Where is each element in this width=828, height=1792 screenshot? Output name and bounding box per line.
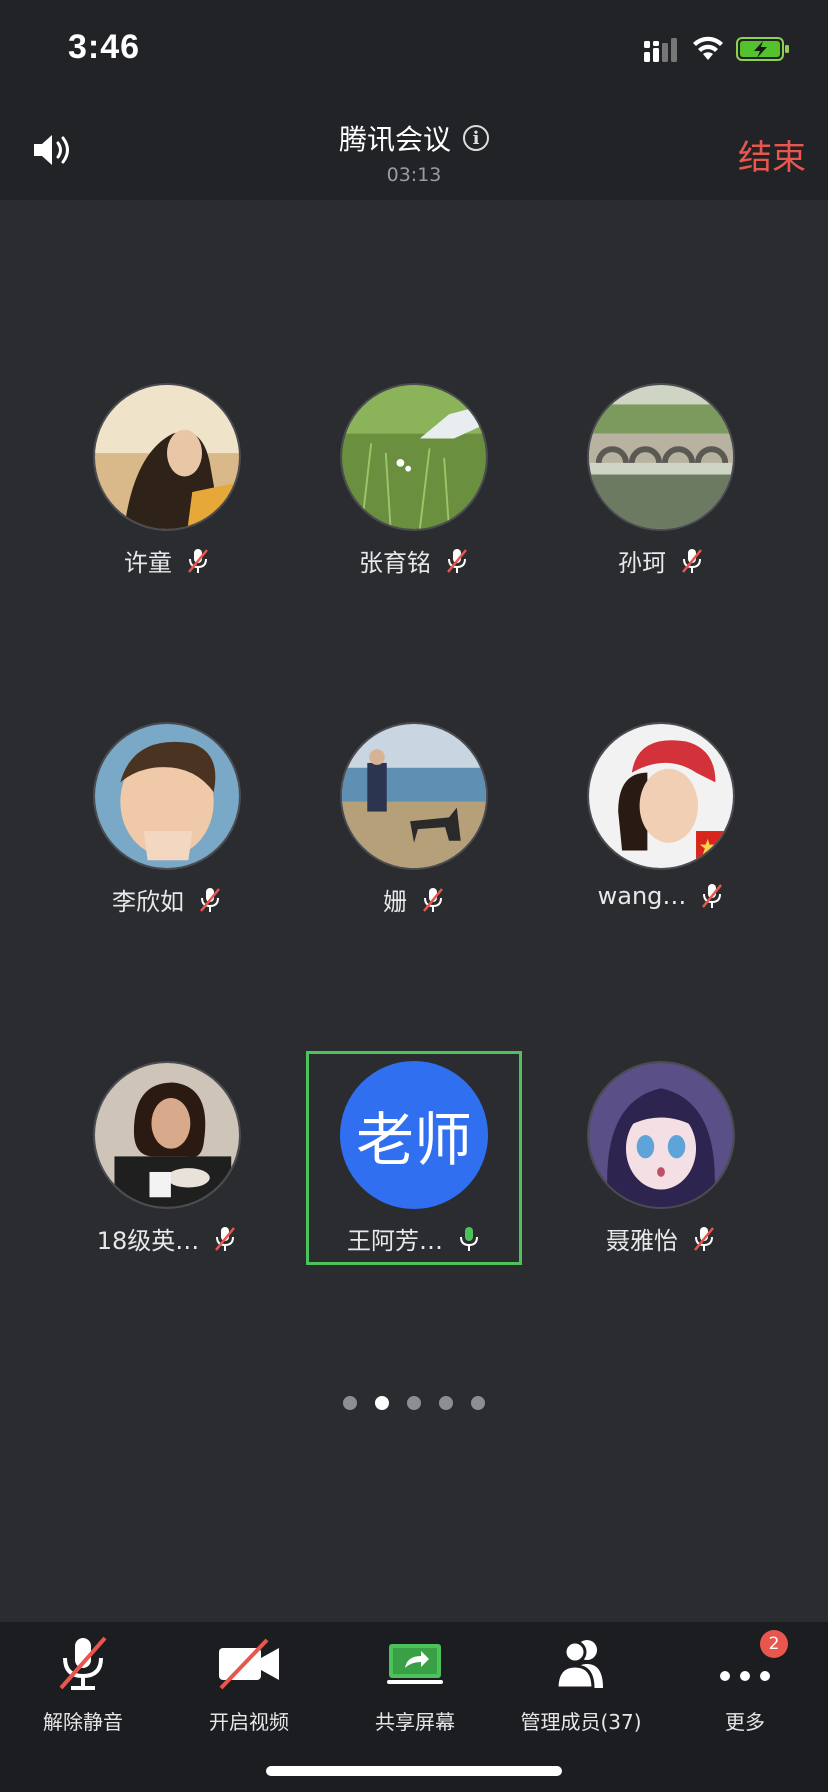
participant-tile[interactable]: 聂雅怡	[568, 1049, 738, 1255]
wifi-icon	[693, 36, 723, 60]
participant-tile[interactable]: 张育铭	[321, 371, 491, 577]
participant-tile-active[interactable]: 老师 王阿芳…	[321, 1049, 491, 1255]
more-button[interactable]: 2 更多	[662, 1622, 828, 1742]
participant-name: 李欣如	[112, 888, 184, 916]
mic-muted-icon	[423, 887, 443, 912]
mic-muted-icon	[200, 887, 220, 912]
share-screen-label: 共享屏幕	[375, 1710, 455, 1734]
participant-name: 孙珂	[618, 549, 666, 577]
participant-tile[interactable]: 18级英…	[74, 1049, 244, 1255]
participant-name: 聂雅怡	[606, 1227, 678, 1255]
mic-muted-icon	[215, 1226, 236, 1251]
manage-members-label: 管理成员(37)	[520, 1710, 642, 1734]
participant-name-row: 孙珂	[568, 543, 754, 578]
participant-name: 王阿芳…	[347, 1227, 443, 1255]
members-icon	[555, 1640, 603, 1690]
participant-avatar	[587, 722, 735, 870]
participant-tile[interactable]: 李欣如	[74, 710, 244, 916]
participant-tile[interactable]: 姗	[321, 710, 491, 916]
participant-name-row: 王阿芳…	[321, 1221, 507, 1256]
home-indicator[interactable]	[266, 1766, 562, 1776]
start-video-button[interactable]: 开启视频	[166, 1622, 332, 1742]
more-badge: 2	[760, 1630, 788, 1658]
share-screen-icon	[387, 1644, 443, 1684]
more-label: 更多	[725, 1710, 765, 1734]
meeting-header: 腾讯会议 i 03:13 结束	[0, 100, 828, 200]
participant-name: 许童	[124, 549, 172, 577]
participant-name: 张育铭	[359, 549, 431, 577]
participant-avatar-text: 老师	[340, 1061, 488, 1209]
participant-name-row: 聂雅怡	[568, 1221, 754, 1256]
mic-muted-icon	[59, 1636, 107, 1690]
participant-tile[interactable]: 许童	[74, 371, 244, 577]
end-meeting-button[interactable]: 结束	[738, 130, 806, 179]
participant-name-row: wang…	[568, 882, 754, 910]
info-icon[interactable]: i	[463, 125, 489, 151]
participant-avatar	[93, 722, 241, 870]
unmute-button[interactable]: 解除静音	[0, 1622, 166, 1742]
participant-avatar	[93, 383, 241, 531]
pagination-dots[interactable]	[0, 1396, 828, 1410]
meeting-title: 腾讯会议	[338, 123, 451, 156]
meeting-title-row: 腾讯会议 i	[0, 118, 828, 158]
participant-avatar	[93, 1061, 241, 1209]
manage-members-button[interactable]: 管理成员(37)	[498, 1622, 664, 1742]
page-dot-active[interactable]	[375, 1396, 389, 1410]
mic-muted-icon	[694, 1226, 714, 1251]
page-dot[interactable]	[407, 1396, 421, 1410]
signal-icon	[644, 38, 677, 62]
participant-name-row: 18级英…	[74, 1221, 260, 1256]
page-dot[interactable]	[471, 1396, 485, 1410]
participant-avatar	[340, 383, 488, 531]
participant-avatar	[587, 1061, 735, 1209]
meeting-duration: 03:13	[386, 164, 442, 186]
participant-avatar	[587, 383, 735, 531]
participant-name-row: 许童	[74, 543, 260, 578]
mic-active-icon	[460, 1226, 478, 1251]
unmute-label: 解除静音	[43, 1710, 123, 1734]
share-screen-button[interactable]: 共享屏幕	[332, 1622, 498, 1742]
status-time: 3:46	[68, 28, 141, 66]
mic-muted-icon	[682, 548, 702, 573]
participant-name-row: 张育铭	[321, 543, 507, 578]
mic-muted-icon	[447, 548, 467, 573]
participant-name: 18级英…	[96, 1227, 200, 1255]
participant-tile[interactable]: wang…	[568, 710, 738, 910]
participant-avatar	[340, 722, 488, 870]
status-bar: 3:46	[0, 0, 828, 100]
page-dot[interactable]	[439, 1396, 453, 1410]
participant-name-row: 姗	[321, 882, 507, 917]
participant-name: wang…	[597, 882, 687, 910]
participant-name-row: 李欣如	[74, 882, 260, 917]
video-off-icon	[219, 1638, 279, 1690]
battery-charging-icon	[736, 37, 789, 61]
page-dot[interactable]	[343, 1396, 357, 1410]
status-icons	[644, 34, 794, 64]
start-video-label: 开启视频	[209, 1710, 289, 1734]
mic-muted-icon	[188, 548, 208, 573]
participant-tile[interactable]: 孙珂	[568, 371, 738, 577]
participant-name: 姗	[383, 888, 407, 916]
mic-muted-icon	[702, 884, 723, 908]
